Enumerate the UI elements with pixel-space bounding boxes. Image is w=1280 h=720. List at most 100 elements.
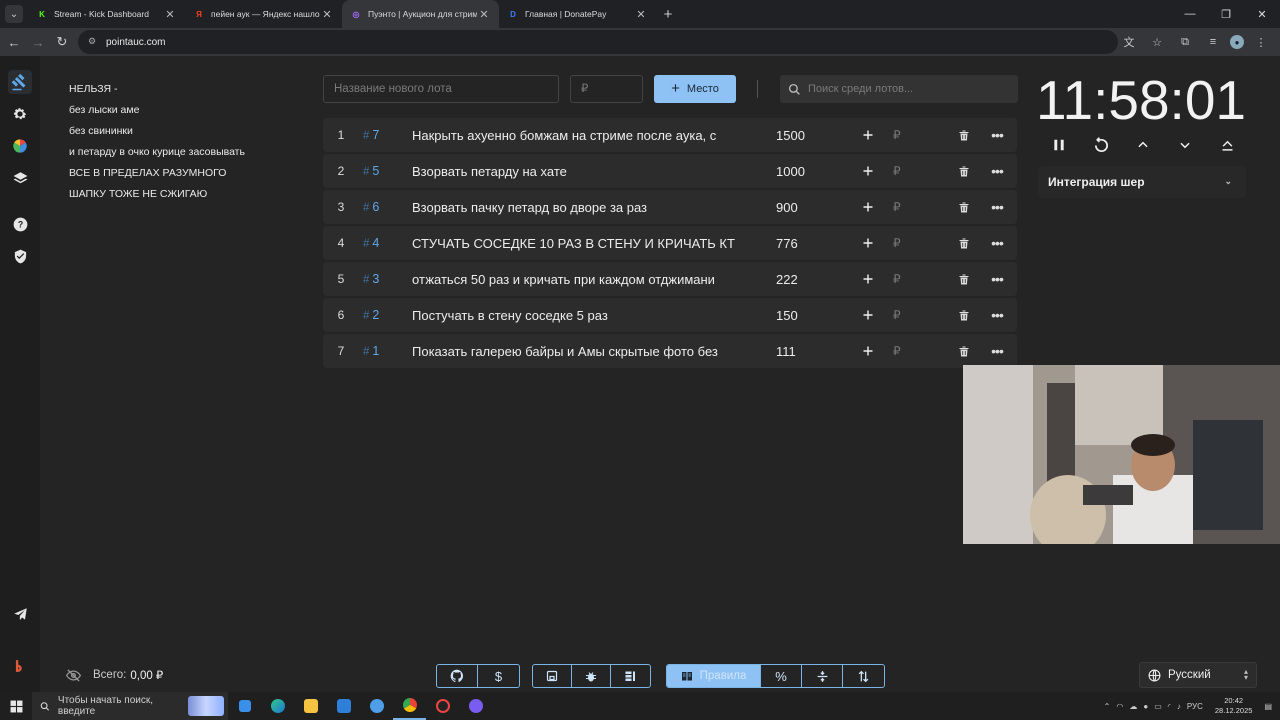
minimize-button[interactable]: — [1172,0,1208,28]
more-horizontal-icon[interactable]: ••• [988,234,1006,252]
lot-amount[interactable]: 900 [776,200,798,215]
browser-tab[interactable]: ◎ Пуэнто | Аукцион для стримеров✕ [342,0,499,28]
lot-name[interactable]: СТУЧАТЬ СОСЕДКЕ 10 РАЗ В СТЕНУ И КРИЧАТЬ… [412,236,746,251]
wifi-icon[interactable]: ◜ [1168,702,1171,711]
recorder-icon[interactable] [426,692,459,720]
plus-icon[interactable] [859,342,877,360]
more-horizontal-icon[interactable]: ••• [988,306,1006,324]
windows-start-button[interactable] [0,692,32,720]
nav-telegram-icon[interactable] [8,602,32,626]
store-icon[interactable] [327,692,360,720]
mic-icon[interactable]: ● [1143,702,1148,711]
address-bar[interactable]: ⚙ pointauc.com [78,30,1118,54]
chrome-icon[interactable] [393,692,426,720]
lot-amount[interactable]: 150 [776,308,798,323]
lot-amount[interactable]: 222 [776,272,798,287]
rules-button[interactable]: Правила [667,665,761,687]
file-explorer-icon[interactable] [294,692,327,720]
plus-icon[interactable] [859,126,877,144]
lot-name[interactable]: Постучать в стену соседке 5 раз [412,308,746,323]
input-language[interactable]: РУС [1187,702,1203,711]
save-icon[interactable] [533,665,572,687]
lot-id[interactable]: #2 [363,308,379,322]
taskbar-search[interactable]: Чтобы начать поиск, введите [32,692,228,720]
reset-icon[interactable] [1090,134,1112,156]
lot-id[interactable]: #6 [363,200,379,214]
more-horizontal-icon[interactable]: ••• [988,126,1006,144]
nav-help-icon[interactable]: ? [8,212,32,236]
browser-tab[interactable]: Япейен аук — Яндекс нашлось ✕ [185,0,342,28]
lot-id[interactable]: #1 [363,344,379,358]
lot-id[interactable]: #4 [363,236,379,250]
edge-icon[interactable] [261,692,294,720]
close-window-button[interactable]: ✕ [1244,0,1280,28]
add-lot-button[interactable]: + Место [654,75,736,103]
trash-icon[interactable] [956,342,972,360]
bug-icon[interactable] [572,665,611,687]
extensions-icon[interactable]: ⧉ [1174,31,1196,53]
lot-amount[interactable]: 1000 [776,164,805,179]
bookmark-star-icon[interactable]: ☆ [1146,31,1168,53]
trash-icon[interactable] [956,162,972,180]
more-horizontal-icon[interactable]: ••• [988,162,1006,180]
reload-button[interactable]: ↻ [50,30,74,54]
lot-id[interactable]: #3 [363,272,379,286]
site-info-icon[interactable]: ⚙ [88,36,100,48]
forward-button[interactable]: → [26,30,50,54]
lot-name[interactable]: отжаться 50 раз и кричать при каждом отд… [412,272,746,287]
lot-search-input[interactable] [808,83,1008,95]
trash-icon[interactable] [956,270,972,288]
eye-hidden-icon[interactable] [66,668,81,682]
lot-search[interactable] [780,75,1018,103]
translate-icon[interactable]: 文 [1118,31,1140,53]
nav-shield-icon[interactable] [8,244,32,268]
lot-amount[interactable]: 1500 [776,128,805,143]
percent-icon[interactable]: % [761,665,802,687]
back-button[interactable]: ← [2,30,26,54]
lot-name[interactable]: Накрыть ахуенно бомжам на стриме после а… [412,128,746,143]
app-icon[interactable] [360,692,393,720]
new-lot-price-input[interactable] [570,75,643,103]
more-horizontal-icon[interactable]: ••• [988,270,1006,288]
nav-brand-icon[interactable] [8,654,32,678]
lot-amount[interactable]: 776 [776,236,798,251]
browser-menu-icon[interactable]: ⋮ [1250,31,1272,53]
compress-icon[interactable] [802,665,843,687]
plus-icon[interactable] [859,234,877,252]
github-icon[interactable] [437,665,478,687]
notification-icon[interactable]: ▤ [1264,702,1272,711]
pause-icon[interactable] [1048,134,1070,156]
volume-icon[interactable]: ♪ [1177,702,1181,711]
chevron-up-icon[interactable] [1132,134,1154,156]
nav-settings-gear-icon[interactable] [8,102,32,126]
lot-name[interactable]: Взорвать пачку петард во дворе за раз [412,200,746,215]
nav-wheel-icon[interactable] [8,134,32,158]
dollar-icon[interactable]: $ [478,665,519,687]
sort-icon[interactable] [843,665,884,687]
task-view-icon[interactable] [228,692,261,720]
chevron-down-icon[interactable] [1174,134,1196,156]
new-tab-button[interactable]: + [656,6,680,23]
plus-icon[interactable] [859,162,877,180]
network-icon[interactable]: ◠ [1116,702,1123,711]
new-lot-name-input[interactable] [323,75,559,103]
cloud-icon[interactable]: ☁ [1129,702,1137,711]
lot-name[interactable]: Показать галерею байры и Амы скрытые фот… [412,344,746,359]
profile-avatar[interactable]: ● [1230,35,1244,49]
history-icon[interactable] [611,665,650,687]
tab-close-icon[interactable]: ✕ [477,8,491,21]
tab-close-icon[interactable]: ✕ [634,8,648,21]
taskbar-clock[interactable]: 20:42 28.12.2025 [1215,696,1253,716]
media-control-icon[interactable]: ≡ [1202,31,1224,53]
lot-id[interactable]: #7 [363,128,379,142]
more-horizontal-icon[interactable]: ••• [988,342,1006,360]
trash-icon[interactable] [956,306,972,324]
tab-close-icon[interactable]: ✕ [320,8,334,21]
trash-icon[interactable] [956,234,972,252]
lot-id[interactable]: #5 [363,164,379,178]
tab-close-icon[interactable]: ✕ [163,8,177,21]
tray-chevron-up-icon[interactable]: ⌃ [1104,702,1111,711]
browser-tab[interactable]: K Stream - Kick Dashboard ✕ [28,0,185,28]
tab-search-button[interactable]: ⌄ [0,0,28,28]
plus-icon[interactable] [859,306,877,324]
